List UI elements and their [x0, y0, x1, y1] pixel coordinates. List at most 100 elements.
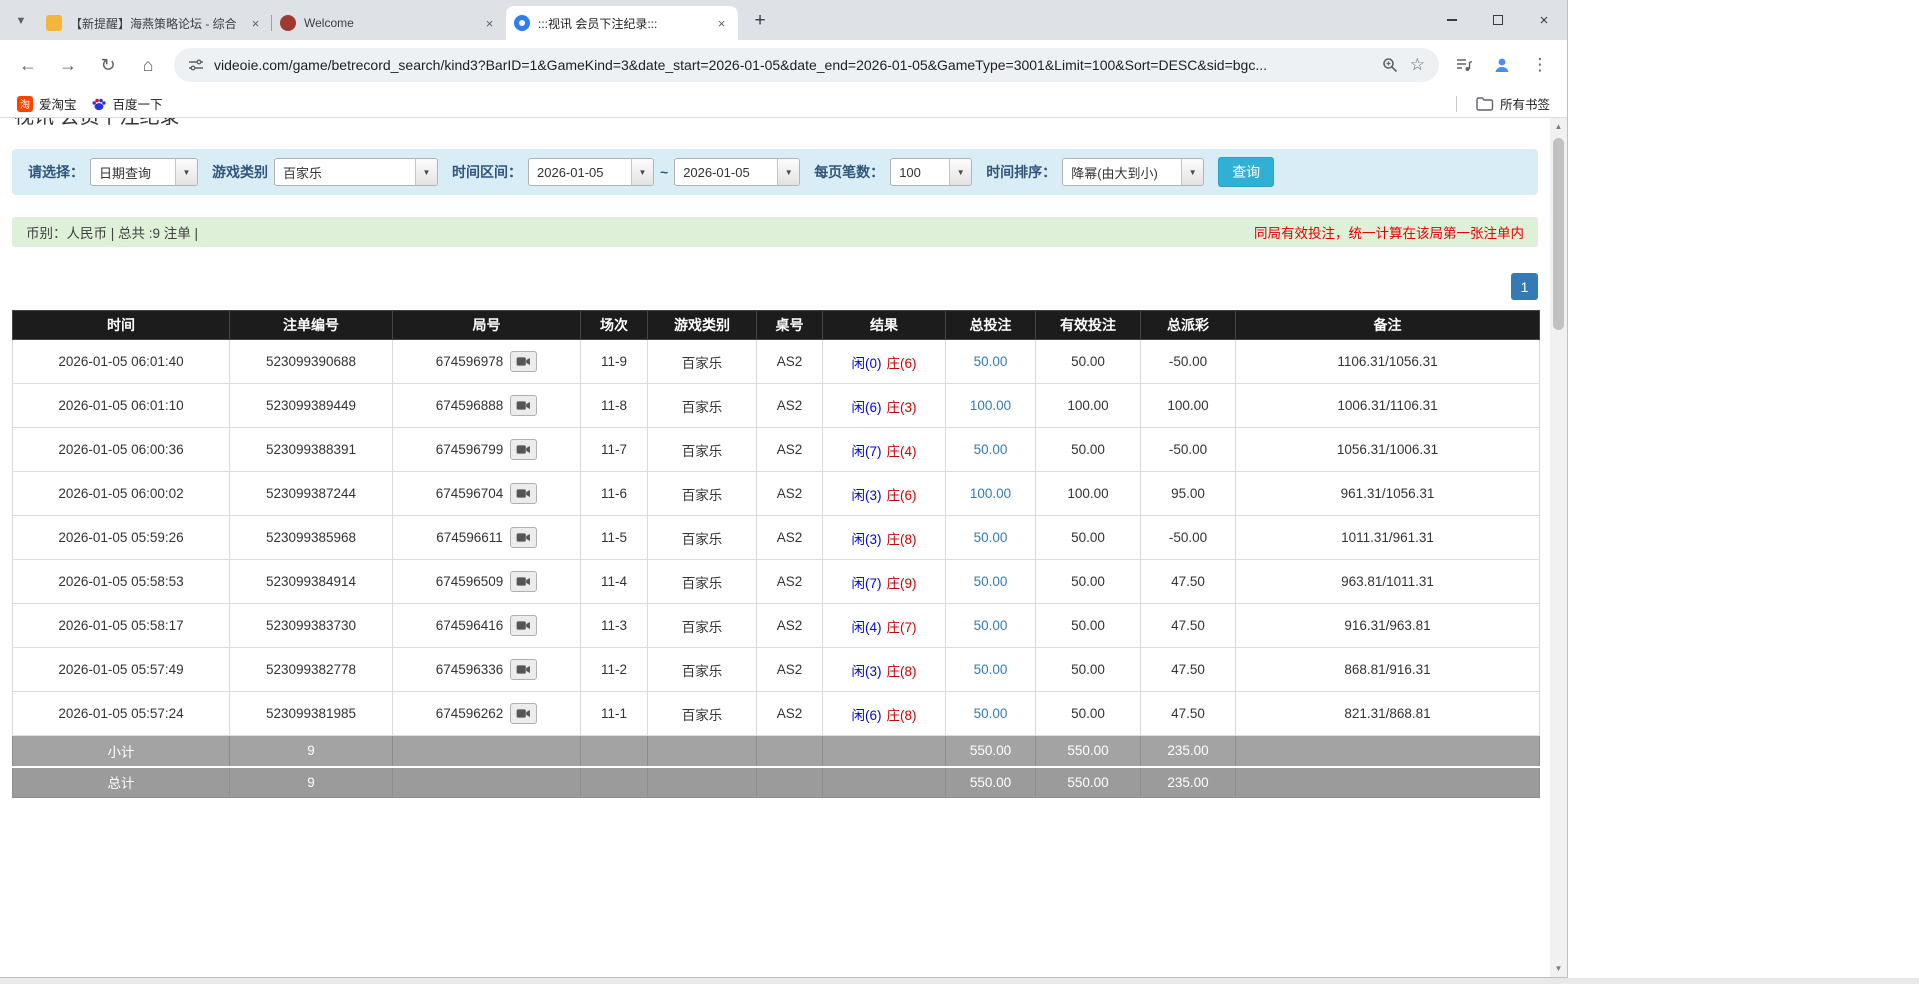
- video-replay-button[interactable]: [510, 571, 537, 592]
- video-replay-button[interactable]: [510, 483, 537, 504]
- total-bet-link[interactable]: 50.00: [974, 662, 1008, 677]
- valid-bet-cell: 100.00: [1036, 472, 1141, 516]
- address-bar[interactable]: videoie.com/game/betrecord_search/kind3?…: [174, 48, 1439, 82]
- table-no-cell: AS2: [757, 604, 823, 648]
- dropdown-arrow-icon[interactable]: ▼: [1181, 159, 1203, 185]
- bookmark-star-icon[interactable]: ☆: [1410, 55, 1425, 75]
- forward-button[interactable]: →: [51, 48, 85, 82]
- total-bet-link[interactable]: 50.00: [974, 574, 1008, 589]
- session-cell: 11-1: [581, 692, 648, 736]
- video-replay-button[interactable]: [510, 527, 537, 548]
- total-bet-cell: 50.00: [946, 516, 1036, 560]
- select-label: 请选择：: [28, 162, 84, 182]
- total-bet-link[interactable]: 100.00: [970, 486, 1011, 501]
- time-cell: 2026-01-05 05:57:49: [13, 648, 230, 692]
- url-text[interactable]: videoie.com/game/betrecord_search/kind3?…: [214, 57, 1372, 73]
- column-header: 总投注: [946, 311, 1036, 340]
- total-bet-cell: 50.00: [946, 428, 1036, 472]
- menu-icon[interactable]: ⋮: [1523, 48, 1557, 82]
- new-tab-button[interactable]: +: [746, 7, 774, 35]
- payout-cell: 47.50: [1141, 648, 1236, 692]
- tab-close-icon[interactable]: ×: [247, 15, 264, 32]
- result-cell: 闲(0)庄(6): [823, 340, 946, 384]
- result-player: 闲(4): [852, 620, 882, 635]
- result-cell: 闲(7)庄(4): [823, 428, 946, 472]
- video-replay-button[interactable]: [510, 703, 537, 724]
- chevron-down-icon[interactable]: ▼: [8, 8, 34, 34]
- browser-tab-welcome[interactable]: Welcome ×: [272, 6, 506, 40]
- video-replay-button[interactable]: [510, 615, 537, 636]
- back-button[interactable]: ←: [11, 48, 45, 82]
- result-banker: 庄(9): [887, 576, 917, 591]
- sort-select[interactable]: 降幂(由大到小) ▼: [1062, 158, 1204, 186]
- column-header: 有效投注: [1036, 311, 1141, 340]
- total-bet-link[interactable]: 50.00: [974, 530, 1008, 545]
- home-button[interactable]: ⌂: [131, 48, 165, 82]
- video-replay-button[interactable]: [510, 659, 537, 680]
- profile-icon[interactable]: [1485, 48, 1519, 82]
- browser-tab-betrecord[interactable]: :::视讯 会员下注纪录::: ×: [506, 6, 738, 40]
- result-player: 闲(3): [852, 664, 882, 679]
- bookmark-baidu[interactable]: 百度一下: [84, 91, 170, 116]
- dropdown-arrow-icon[interactable]: ▼: [777, 159, 799, 185]
- sort-value[interactable]: 降幂(由大到小): [1063, 159, 1181, 185]
- tab-close-icon[interactable]: ×: [713, 15, 730, 32]
- valid-bet-cell: 50.00: [1036, 516, 1141, 560]
- date-start-value[interactable]: 2026-01-05: [529, 159, 631, 185]
- welcome-favicon-icon: [280, 15, 296, 31]
- bookmark-aitaobao[interactable]: 淘 爱淘宝: [10, 91, 84, 116]
- dropdown-arrow-icon[interactable]: ▼: [175, 159, 197, 185]
- table-no-cell: AS2: [757, 692, 823, 736]
- all-bookmarks-button[interactable]: 所有书签: [1469, 91, 1557, 116]
- query-type-select[interactable]: 日期查询 ▼: [90, 158, 198, 186]
- page-1-button[interactable]: 1: [1511, 273, 1538, 300]
- tab-close-icon[interactable]: ×: [481, 15, 498, 32]
- browser-toolbar: ← → ↻ ⌂ videoie.com/game/betrecord_searc…: [0, 40, 1567, 90]
- minimize-button[interactable]: [1429, 0, 1475, 40]
- game-type-value[interactable]: 百家乐: [275, 159, 415, 185]
- video-replay-button[interactable]: [510, 395, 537, 416]
- summary-left-text: 币别：人民币 | 总共 :9 注单 |: [26, 222, 198, 242]
- total-bet-link[interactable]: 100.00: [970, 398, 1011, 413]
- zoom-icon[interactable]: [1382, 57, 1398, 73]
- scroll-up-icon[interactable]: ▲: [1550, 118, 1567, 135]
- round-id: 674596509: [436, 574, 504, 589]
- total-bet-link[interactable]: 50.00: [974, 618, 1008, 633]
- per-page-select[interactable]: 100 ▼: [890, 158, 972, 186]
- total-bet-link[interactable]: 50.00: [974, 442, 1008, 457]
- search-button[interactable]: 查询: [1218, 157, 1274, 187]
- game-type-select[interactable]: 百家乐 ▼: [274, 158, 438, 186]
- session-cell: 11-2: [581, 648, 648, 692]
- result-player: 闲(3): [852, 532, 882, 547]
- taobao-icon: 淘: [17, 96, 33, 112]
- note-cell: 961.31/1056.31: [1236, 472, 1540, 516]
- scroll-down-icon[interactable]: ▼: [1550, 960, 1567, 977]
- dropdown-arrow-icon[interactable]: ▼: [631, 159, 653, 185]
- round-id: 674596336: [436, 662, 504, 677]
- scrollbar-thumb[interactable]: [1553, 138, 1564, 330]
- date-end-value[interactable]: 2026-01-05: [675, 159, 777, 185]
- result-player: 闲(6): [852, 400, 882, 415]
- per-page-value[interactable]: 100: [891, 159, 949, 185]
- video-replay-button[interactable]: [510, 351, 537, 372]
- dropdown-arrow-icon[interactable]: ▼: [415, 159, 437, 185]
- total-bet-link[interactable]: 50.00: [974, 354, 1008, 369]
- total-bet-link[interactable]: 50.00: [974, 706, 1008, 721]
- bet-id-cell: 523099389449: [230, 384, 393, 428]
- query-type-value[interactable]: 日期查询: [91, 159, 175, 185]
- valid-bet-cell: 50.00: [1036, 648, 1141, 692]
- date-end-select[interactable]: 2026-01-05 ▼: [674, 158, 800, 186]
- browser-tab-forum[interactable]: 【新提醒】海燕策略论坛 - 综合 ×: [38, 6, 272, 40]
- round-cell: 674596704: [393, 472, 581, 516]
- video-replay-button[interactable]: [510, 439, 537, 460]
- tune-icon[interactable]: [188, 57, 204, 73]
- media-controls-icon[interactable]: [1447, 48, 1481, 82]
- session-cell: 11-5: [581, 516, 648, 560]
- dropdown-arrow-icon[interactable]: ▼: [949, 159, 971, 185]
- maximize-button[interactable]: [1475, 0, 1521, 40]
- reload-button[interactable]: ↻: [91, 48, 125, 82]
- close-button[interactable]: ×: [1521, 0, 1567, 40]
- table-row: 2026-01-05 05:58:17 523099383730 6745964…: [13, 604, 1540, 648]
- date-start-select[interactable]: 2026-01-05 ▼: [528, 158, 654, 186]
- vertical-scrollbar[interactable]: ▲ ▼: [1550, 118, 1567, 977]
